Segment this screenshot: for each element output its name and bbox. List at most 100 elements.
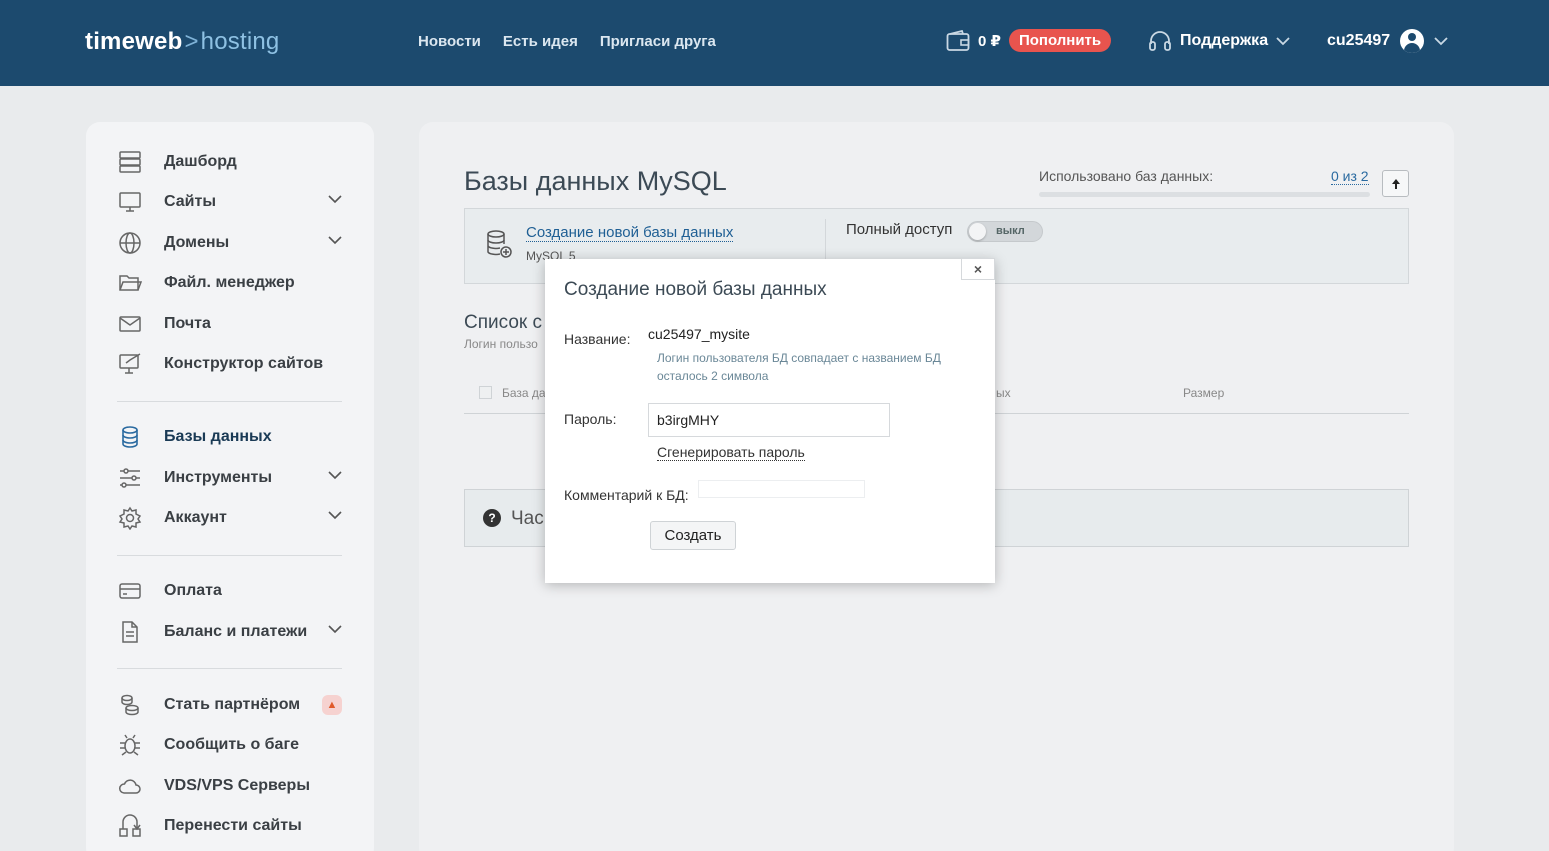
toggle-state: выкл — [996, 225, 1025, 237]
balance-value: 0 ₽ — [978, 32, 1001, 50]
sidebar-item-label: Баланс и платежи — [164, 623, 308, 640]
sidebar-item-mail[interactable]: Почта — [118, 310, 342, 338]
cloud-icon — [118, 774, 142, 798]
full-access-toggle[interactable]: выкл — [967, 221, 1043, 242]
sidebar-item-label: Сообщить о баге — [164, 736, 299, 753]
sidebar: Дашборд Сайты Домены Файл. менеджер Почт… — [86, 122, 374, 851]
sidebar-item-label: Базы данных — [164, 428, 272, 445]
select-all-checkbox[interactable] — [479, 386, 492, 399]
globe-icon — [118, 231, 142, 255]
logo-product: hosting — [200, 28, 280, 55]
gear-icon — [118, 506, 142, 530]
column-db-name: База да — [502, 386, 546, 400]
sidebar-item-label: Дашборд — [164, 153, 237, 170]
page-title: Базы данных MySQL — [464, 166, 727, 196]
support-menu[interactable]: Поддержка — [1148, 29, 1290, 53]
monitor-icon — [118, 190, 142, 214]
database-add-icon — [487, 230, 512, 258]
sidebar-item-migrate[interactable]: Перенести сайты — [118, 812, 342, 840]
sidebar-item-partner[interactable]: Стать партнёром ▲ — [118, 691, 342, 719]
modal-title: Создание новой базы данных — [564, 279, 827, 300]
sliders-icon — [118, 466, 142, 490]
comment-label: Комментарий к БД: — [564, 487, 689, 503]
sidebar-item-label: Конструктор сайтов — [164, 355, 324, 372]
create-button[interactable]: Создать — [650, 521, 736, 550]
folder-icon — [118, 271, 142, 295]
top-nav: Новости Есть идея Пригласи друга — [418, 33, 716, 50]
name-label: Название: — [564, 331, 631, 347]
sidebar-divider — [117, 555, 342, 556]
arrow-up-icon — [1391, 178, 1400, 189]
db-list-title: Список с — [464, 312, 542, 333]
nav-invite[interactable]: Пригласи друга — [600, 33, 716, 50]
sidebar-item-label: Домены — [164, 234, 230, 251]
hint-line-2: осталось 2 символа — [657, 369, 769, 383]
sidebar-item-label: Сайты — [164, 193, 216, 210]
full-access-label: Полный доступ — [846, 221, 953, 238]
sidebar-item-payment[interactable]: Оплата — [118, 577, 342, 605]
chevron-down-icon — [328, 236, 342, 245]
generate-password-link[interactable]: Сгенерировать пароль — [657, 444, 805, 461]
logo-separator: > — [184, 28, 199, 55]
topup-button[interactable]: Пополнить — [1008, 29, 1112, 52]
chevron-down-icon — [1276, 37, 1290, 46]
builder-icon — [118, 352, 142, 376]
username: cu25497 — [1327, 32, 1391, 49]
sidebar-item-label: VDS/VPS Серверы — [164, 777, 310, 794]
sidebar-item-domains[interactable]: Домены — [118, 229, 342, 257]
sidebar-item-label: Почта — [164, 315, 211, 332]
chevron-down-icon — [328, 471, 342, 480]
toggle-knob — [969, 223, 986, 240]
headset-icon — [1149, 31, 1171, 51]
db-name-input[interactable] — [648, 325, 963, 343]
avatar-icon — [1400, 29, 1425, 53]
mail-icon — [118, 312, 142, 336]
sidebar-item-sites[interactable]: Сайты — [118, 188, 342, 216]
create-db-link[interactable]: Создание новой базы данных — [526, 224, 734, 242]
sidebar-divider — [117, 401, 342, 402]
sidebar-item-label: Файл. менеджер — [164, 274, 295, 291]
chevron-down-icon — [328, 195, 342, 204]
user-menu[interactable]: cu25497 — [1327, 29, 1448, 53]
comment-input[interactable] — [698, 480, 865, 498]
logo[interactable]: timeweb>hosting — [85, 28, 279, 56]
sidebar-item-balance[interactable]: Баланс и платежи — [118, 618, 342, 646]
nav-idea[interactable]: Есть идея — [503, 33, 578, 50]
wallet-icon — [946, 29, 970, 51]
sidebar-item-account[interactable]: Аккаунт — [118, 504, 342, 532]
sidebar-item-label: Оплата — [164, 582, 222, 599]
chevron-down-icon — [328, 625, 342, 634]
close-button[interactable]: × — [961, 258, 995, 280]
sidebar-item-file-manager[interactable]: Файл. менеджер — [118, 269, 342, 297]
balance-area: 0 ₽ Пополнить — [946, 29, 1112, 52]
db-usage-value[interactable]: 0 из 2 — [1331, 168, 1369, 185]
nav-news[interactable]: Новости — [418, 33, 481, 50]
sidebar-item-vds[interactable]: VDS/VPS Серверы — [118, 772, 342, 800]
column-users: ых — [996, 386, 1011, 400]
column-size: Размер — [1183, 386, 1225, 400]
upgrade-arrow-button[interactable] — [1382, 170, 1409, 197]
bug-icon — [118, 733, 142, 757]
sidebar-item-dashboard[interactable]: Дашборд — [118, 148, 342, 176]
sidebar-item-bug-report[interactable]: Сообщить о баге — [118, 731, 342, 759]
sidebar-item-site-builder[interactable]: Конструктор сайтов — [118, 350, 342, 378]
sidebar-divider — [117, 668, 342, 669]
db-list-subtitle: Логин пользо — [464, 337, 538, 351]
top-header: timeweb>hosting Новости Есть идея Пригла… — [0, 0, 1549, 86]
create-db-modal: × Создание новой базы данных Название: Л… — [545, 258, 995, 583]
sidebar-item-databases[interactable]: Базы данных — [118, 423, 342, 451]
sidebar-item-label: Перенести сайты — [164, 817, 302, 834]
document-icon — [118, 620, 142, 644]
fire-icon: ▲ — [322, 695, 342, 715]
db-usage-bar — [1039, 192, 1370, 197]
transfer-icon — [118, 814, 142, 838]
hint-line-1: Логин пользователя БД совпадает с назван… — [657, 351, 941, 365]
password-input[interactable] — [648, 403, 890, 437]
faq-title: Час — [511, 508, 544, 529]
support-label: Поддержка — [1180, 32, 1269, 49]
password-label: Пароль: — [564, 411, 617, 427]
db-name-hint: Логин пользователя БД совпадает с назван… — [657, 349, 941, 385]
sidebar-item-tools[interactable]: Инструменты — [118, 464, 342, 492]
server-icon — [118, 150, 142, 174]
database-icon — [118, 425, 142, 449]
